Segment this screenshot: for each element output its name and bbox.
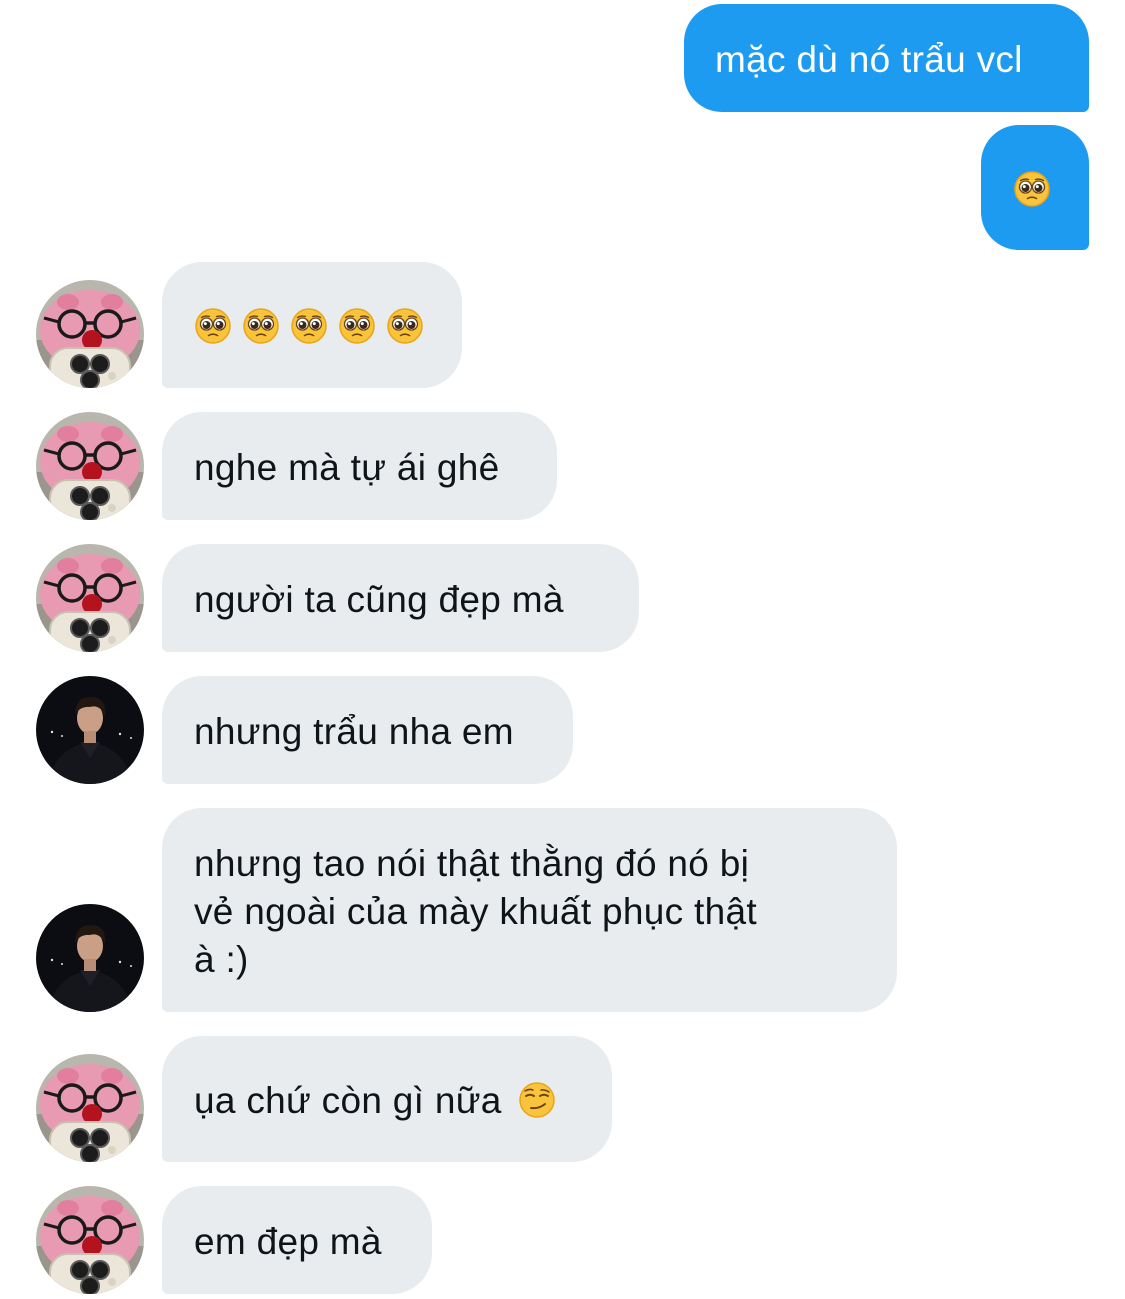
- dark-portrait-avatar-image: [36, 904, 144, 1012]
- message-line: nhưng tao nói thật thằng đó nó bị: [194, 843, 750, 884]
- pleading-face-icon: [243, 308, 279, 344]
- received-message-bubble[interactable]: nghe mà tự ái ghê: [162, 412, 557, 520]
- received-emoji-bubble[interactable]: [162, 262, 462, 388]
- pink-plush-avatar-image: [36, 1186, 144, 1294]
- received-message-bubble[interactable]: nhưng trẩu nha em: [162, 676, 573, 784]
- smirking-face-icon: [519, 1082, 556, 1118]
- received-message-bubble[interactable]: ụa chứ còn gì nữa: [162, 1036, 612, 1162]
- dark-portrait-avatar-image: [36, 676, 144, 784]
- sent-emoji-bubble[interactable]: [981, 125, 1089, 250]
- pleading-face-icon: [291, 308, 327, 344]
- message-line: à :): [194, 939, 249, 980]
- pink-plush-avatar-image: [36, 280, 144, 388]
- avatar-pink-plush[interactable]: [36, 412, 144, 520]
- sent-message-bubble[interactable]: mặc dù nó trẩu vcl: [684, 4, 1089, 112]
- message-text: mặc dù nó trẩu vcl: [715, 39, 1023, 80]
- received-message-bubble[interactable]: người ta cũng đẹp mà: [162, 544, 639, 652]
- message-text: người ta cũng đẹp mà: [194, 579, 564, 620]
- pleading-face-icon: [1014, 171, 1050, 207]
- pleading-face-icon: [339, 308, 375, 344]
- message-text: ụa chứ còn gì nữa: [194, 1080, 502, 1121]
- avatar-dark-portrait[interactable]: [36, 676, 144, 784]
- avatar-dark-portrait[interactable]: [36, 904, 144, 1012]
- pink-plush-avatar-image: [36, 1054, 144, 1162]
- received-message-bubble[interactable]: nhưng tao nói thật thằng đó nó bị vẻ ngo…: [162, 808, 897, 1012]
- message-text: nhưng trẩu nha em: [194, 711, 514, 752]
- pleading-face-icon: [195, 308, 231, 344]
- avatar-pink-plush[interactable]: [36, 544, 144, 652]
- pink-plush-avatar-image: [36, 544, 144, 652]
- message-line: vẻ ngoài của mày khuất phục thật: [194, 891, 757, 932]
- avatar-pink-plush[interactable]: [36, 1186, 144, 1294]
- avatar-pink-plush[interactable]: [36, 1054, 144, 1162]
- pink-plush-avatar-image: [36, 412, 144, 520]
- avatar-pink-plush[interactable]: [36, 280, 144, 388]
- message-text: nghe mà tự ái ghê: [194, 447, 500, 488]
- pleading-face-icon: [387, 308, 423, 344]
- emoji-row: [194, 307, 424, 345]
- message-text: em đẹp mà: [194, 1221, 382, 1262]
- received-message-bubble[interactable]: em đẹp mà: [162, 1186, 432, 1294]
